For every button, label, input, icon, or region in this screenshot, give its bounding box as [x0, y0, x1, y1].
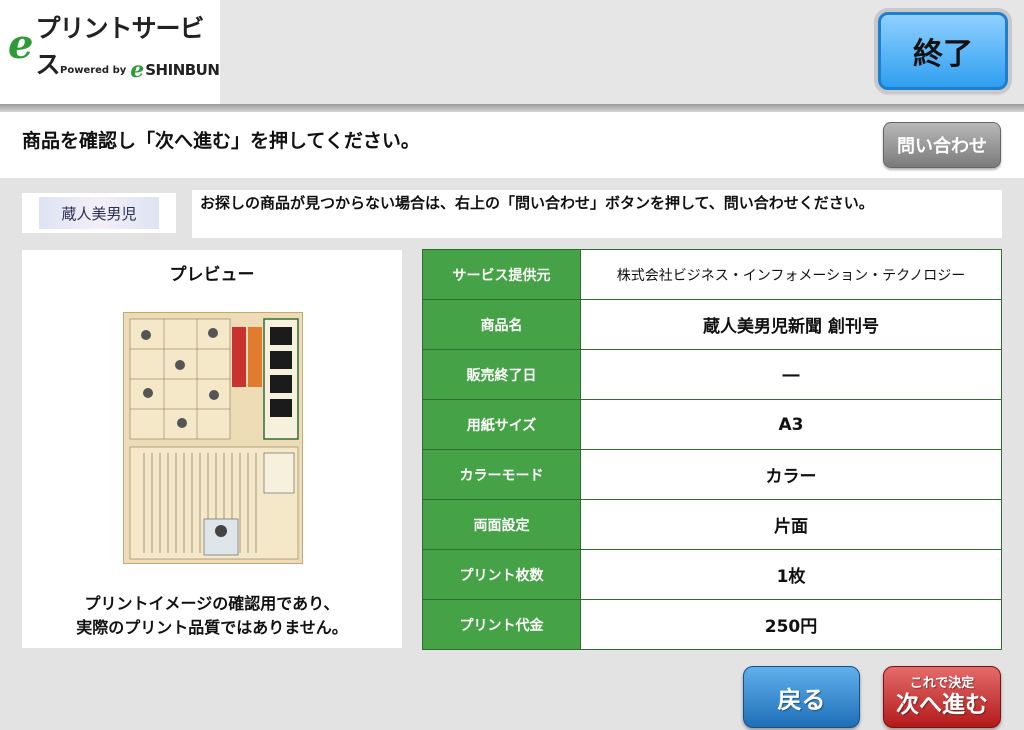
row-label-paper-size: 用紙サイズ — [422, 399, 581, 450]
instruction-text: 商品を確認し「次へ進む」を押してください。 — [22, 130, 420, 152]
logo-e-mark: e — [8, 21, 34, 68]
row-label-duplex: 両面設定 — [422, 499, 581, 550]
proceed-button[interactable]: これで決定 次へ進む — [883, 666, 1001, 728]
proceed-button-label: 次へ進む — [896, 691, 988, 718]
table-row: 用紙サイズ A3 — [422, 399, 1002, 450]
row-label-color-mode: カラーモード — [422, 449, 581, 500]
row-value-paper-size: A3 — [580, 399, 1002, 450]
newspaper-preview-image — [123, 312, 303, 564]
preview-caption-line2: 実際のプリント品質ではありません。 — [76, 618, 348, 637]
table-row: プリント代金 250円 — [422, 599, 1002, 650]
table-row: プリント枚数 1枚 — [422, 549, 1002, 600]
eprint-service-logo: e プリントサービス Powered by e SHINBUN — [0, 0, 220, 104]
preview-panel: プレビュー プリントイメージの確認用であり、 実際のプリント品質ではありません。 — [22, 250, 402, 648]
newspaper-preview-graphic — [124, 313, 302, 563]
instruction-bar: 商品を確認し「次へ進む」を押してください。 問い合わせ — [0, 112, 1024, 178]
row-value-print-count: 1枚 — [580, 549, 1002, 600]
product-details-table: サービス提供元 株式会社ビジネス・インフォメーション・テクノロジー 商品名 蔵人… — [422, 249, 1002, 650]
preview-title: プレビュー — [169, 265, 255, 285]
row-label-print-count: プリント枚数 — [422, 549, 581, 600]
brand-logo: 蔵人美男児 — [22, 193, 176, 233]
header: e プリントサービス Powered by e SHINBUN 終了 — [0, 0, 1024, 104]
brand-logo-image: 蔵人美男児 — [39, 197, 159, 229]
preview-caption-line1: プリントイメージの確認用であり、 — [84, 594, 340, 613]
row-value-duplex: 片面 — [580, 499, 1002, 550]
inquiry-button[interactable]: 問い合わせ — [883, 122, 1001, 168]
eshinbun-brand-text: SHINBUN — [145, 61, 220, 79]
row-value-provider: 株式会社ビジネス・インフォメーション・テクノロジー — [580, 249, 1002, 300]
table-row: サービス提供元 株式会社ビジネス・インフォメーション・テクノロジー — [422, 249, 1002, 300]
row-label-print-price: プリント代金 — [422, 599, 581, 650]
table-row: カラーモード カラー — [422, 449, 1002, 500]
exit-button[interactable]: 終了 — [878, 12, 1008, 90]
powered-by-text: Powered by — [60, 64, 127, 76]
row-label-provider: サービス提供元 — [422, 249, 581, 300]
logo-powered-by: Powered by e SHINBUN — [60, 58, 220, 82]
row-value-sales-end: ― — [580, 349, 1002, 400]
preview-caption: プリントイメージの確認用であり、 実際のプリント品質ではありません。 — [22, 592, 402, 640]
header-divider — [0, 104, 1024, 112]
table-row: 販売終了日 ― — [422, 349, 1002, 400]
row-value-print-price: 250円 — [580, 599, 1002, 650]
notice-text: お探しの商品が見つからない場合は、右上の「問い合わせ」ボタンを押して、問い合わせ… — [192, 190, 1002, 238]
row-value-product-name: 蔵人美男児新聞 創刊号 — [580, 299, 1002, 350]
eshinbun-e-mark: e — [130, 57, 145, 83]
table-row: 両面設定 片面 — [422, 499, 1002, 550]
back-button[interactable]: 戻る — [743, 666, 860, 728]
proceed-button-sublabel: これで決定 — [909, 675, 975, 691]
row-value-color-mode: カラー — [580, 449, 1002, 500]
row-label-sales-end: 販売終了日 — [422, 349, 581, 400]
table-row: 商品名 蔵人美男児新聞 創刊号 — [422, 299, 1002, 350]
row-label-product-name: 商品名 — [422, 299, 581, 350]
